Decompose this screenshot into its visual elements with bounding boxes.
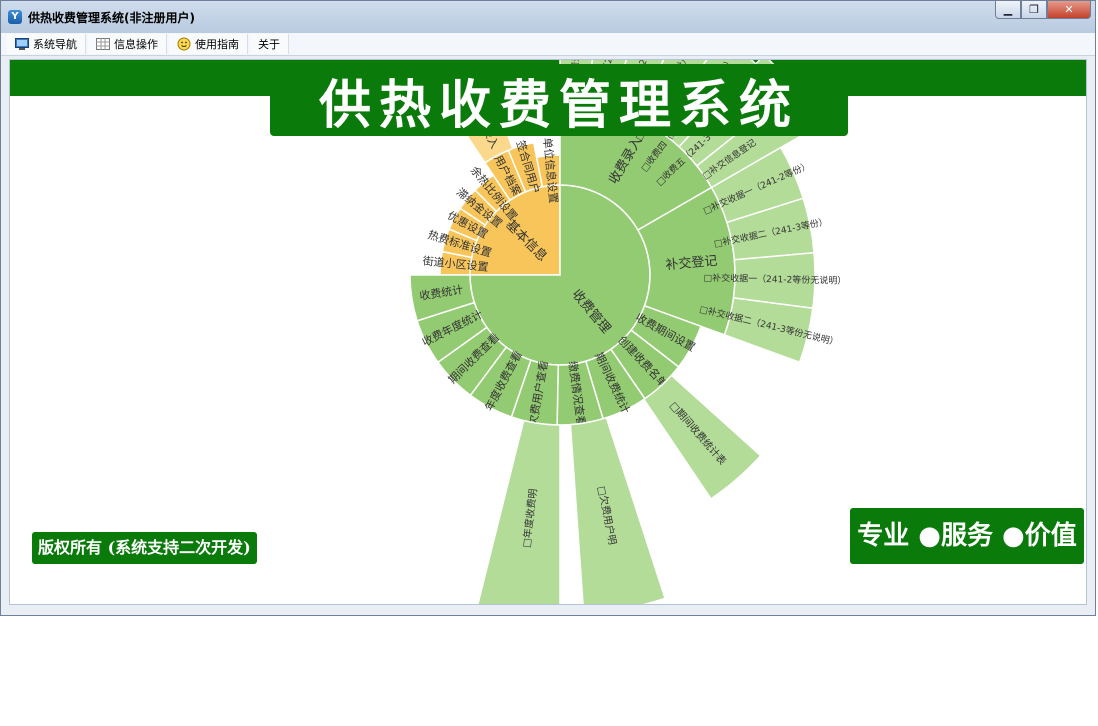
window-title: 供热收费管理系统(非注册用户) <box>28 11 195 25</box>
slogan-label: 专业 ●服务 ●价值 <box>850 508 1084 564</box>
app-window: Y 供热收费管理系统(非注册用户) ▁ ❐ ✕ 系统导航 信息操作 使用指南 关… <box>0 0 1096 616</box>
menu-info-ops[interactable]: 信息操作 <box>88 34 167 54</box>
minimize-button[interactable]: ▁ <box>995 1 1021 19</box>
menu-user-guide[interactable]: 使用指南 <box>169 34 248 54</box>
monitor-icon <box>15 38 29 50</box>
page-title: 供热收费管理系统 <box>270 64 848 136</box>
main-content: 基本信息 收费管理 街道小区设置 热费标准设置 优惠设置 滞纳金设置 余热比例设置 用户档案签… <box>9 59 1087 605</box>
misc-leaf[interactable] <box>569 416 667 605</box>
grid-icon <box>96 38 110 50</box>
copyright-label: 版权所有 (系统支持二次开发) <box>32 532 257 564</box>
menu-label: 使用指南 <box>195 38 239 51</box>
menu-system-nav[interactable]: 系统导航 <box>7 34 86 54</box>
app-logo-icon: Y <box>8 10 22 24</box>
title-bar[interactable]: Y 供热收费管理系统(非注册用户) ▁ ❐ ✕ <box>1 1 1095 34</box>
menu-bar: 系统导航 信息操作 使用指南 关于 <box>1 33 1095 56</box>
menu-label: 系统导航 <box>33 38 77 51</box>
menu-label: 关于 <box>258 38 280 51</box>
window-controls: ▁ ❐ ✕ <box>995 1 1091 20</box>
smiley-icon <box>177 37 191 51</box>
close-button[interactable]: ✕ <box>1047 1 1091 19</box>
status-bar <box>1 605 1095 615</box>
misc-leaf[interactable] <box>477 419 561 605</box>
menu-about[interactable]: 关于 <box>250 34 289 54</box>
restore-button[interactable]: ❐ <box>1021 1 1047 19</box>
menu-label: 信息操作 <box>114 38 158 51</box>
